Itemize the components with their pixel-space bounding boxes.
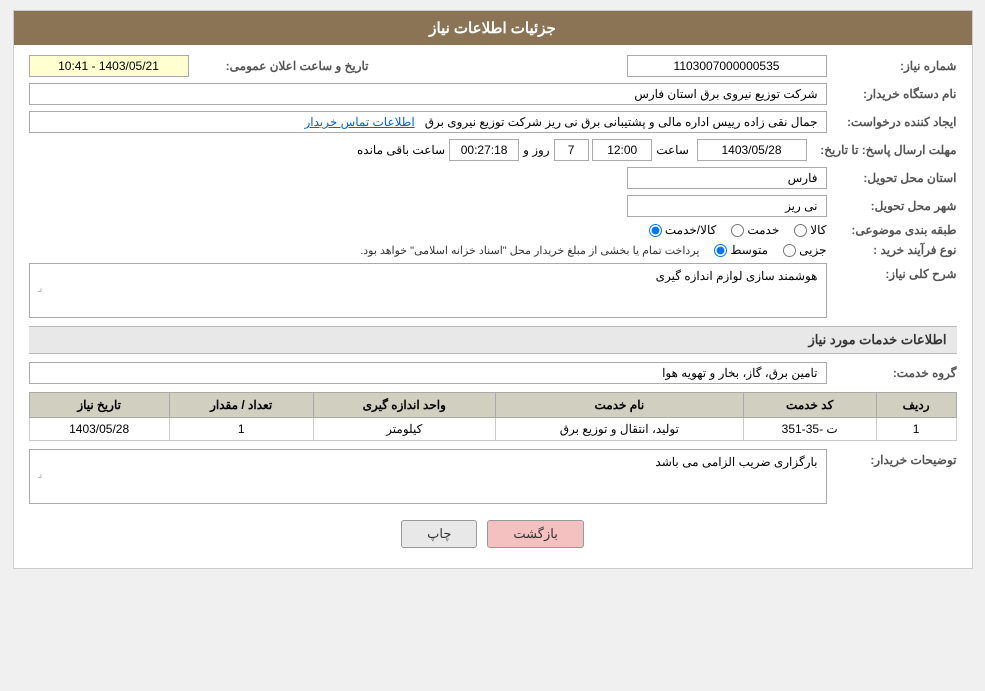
label-mande: ساعت باقی مانده bbox=[353, 143, 449, 157]
label-toseih: توضیحات خریدار: bbox=[827, 449, 957, 467]
row-namdastgah: نام دستگاه خریدار: شرکت توزیع نیروی برق … bbox=[29, 83, 957, 105]
ijad-text: جمال نقی زاده رییس اداره مالی و پشتیبانی… bbox=[425, 115, 818, 129]
services-table: ردیف کد خدمت نام خدمت واحد اندازه گیری ت… bbox=[29, 392, 957, 441]
label-roz: روز و bbox=[519, 143, 554, 157]
row-toseih: توضیحات خریدار: بارگزاری ضریب الزامی می … bbox=[29, 449, 957, 504]
value-ijad: جمال نقی زاده رییس اداره مالی و پشتیبانی… bbox=[29, 111, 827, 133]
value-mande: 00:27:18 bbox=[449, 139, 519, 161]
row-shahr: شهر محل تحویل: نی ریز bbox=[29, 195, 957, 217]
chap-button[interactable]: چاپ bbox=[401, 520, 477, 548]
row-ostan: استان محل تحویل: فارس bbox=[29, 167, 957, 189]
value-gorohe: تامین برق، گاز، بخار و تهویه هوا bbox=[29, 362, 827, 384]
td-tarikh: 1403/05/28 bbox=[29, 418, 169, 441]
row-mohlat: مهلت ارسال پاسخ: تا تاریخ: 1403/05/28 سا… bbox=[29, 139, 957, 161]
label-gorohe: گروه خدمت: bbox=[827, 366, 957, 380]
label-motevaset: متوسط bbox=[730, 243, 768, 257]
radio-input-kalakhedmat[interactable] bbox=[649, 224, 662, 237]
radio-frayand: جزیی متوسط پرداخت تمام یا بخشی از مبلغ خ… bbox=[360, 243, 826, 257]
button-row: بازگشت چاپ bbox=[29, 510, 957, 558]
radio-jozei[interactable]: جزیی bbox=[783, 243, 826, 257]
th-kod: کد خدمت bbox=[743, 393, 876, 418]
value-shahr: نی ریز bbox=[627, 195, 827, 217]
label-tabaghe: طبقه بندی موضوعی: bbox=[827, 223, 957, 237]
main-container: جزئیات اطلاعات نیاز شماره نیاز: 11030070… bbox=[13, 10, 973, 569]
page-header: جزئیات اطلاعات نیاز bbox=[14, 11, 972, 45]
value-saat: 12:00 bbox=[592, 139, 652, 161]
noefrayand-desc: پرداخت تمام یا بخشی از مبلغ خریدار محل "… bbox=[360, 244, 699, 257]
section-khadamat: اطلاعات خدمات مورد نیاز bbox=[29, 326, 957, 354]
value-shomara: 1103007000000535 bbox=[627, 55, 827, 77]
value-roz: 7 bbox=[554, 139, 589, 161]
content-area: شماره نیاز: 1103007000000535 تاریخ و ساع… bbox=[14, 45, 972, 568]
row-sharh: شرح کلی نیاز: هوشمند سازی لوازم اندازه گ… bbox=[29, 263, 957, 318]
radio-input-khedmat[interactable] bbox=[731, 224, 744, 237]
radio-khedmat[interactable]: خدمت bbox=[731, 223, 779, 237]
radio-motevaset[interactable]: متوسط bbox=[714, 243, 768, 257]
radio-input-motevaset[interactable] bbox=[714, 244, 727, 257]
resize-handle-toseih: ⌟ bbox=[38, 469, 818, 480]
td-radif: 1 bbox=[876, 418, 956, 441]
radio-input-kala[interactable] bbox=[794, 224, 807, 237]
label-mohlat: مهلت ارسال پاسخ: تا تاریخ: bbox=[807, 143, 957, 157]
label-kala: کالا bbox=[810, 223, 826, 237]
label-khedmat: خدمت bbox=[747, 223, 779, 237]
row-ijad: ایجاد کننده درخواست: جمال نقی زاده رییس … bbox=[29, 111, 957, 133]
value-namdastgah: شرکت توزیع نیروی برق استان فارس bbox=[29, 83, 827, 105]
td-name: تولید، انتقال و توزیع برق bbox=[495, 418, 743, 441]
row-noefrayand: نوع فرآیند خرید : جزیی متوسط پرداخت تمام… bbox=[29, 243, 957, 257]
label-ijad: ایجاد کننده درخواست: bbox=[827, 115, 957, 129]
label-noefrayand: نوع فرآیند خرید : bbox=[827, 243, 957, 257]
resize-handle-sharh: ⌟ bbox=[38, 283, 818, 294]
radio-tabaghe: کالا خدمت کالا/خدمت bbox=[649, 223, 827, 237]
value-tarikh-elam: 1403/05/21 - 10:41 bbox=[29, 55, 189, 77]
sharh-box: هوشمند سازی لوازم اندازه گیری ⌟ bbox=[29, 263, 827, 318]
toseih-value: بارگزاری ضریب الزامی می باشد bbox=[655, 455, 817, 469]
row-tabaghe: طبقه بندی موضوعی: کالا خدمت کالا/خدمت bbox=[29, 223, 957, 237]
th-vahed: واحد اندازه گیری bbox=[313, 393, 495, 418]
bazgasht-button[interactable]: بازگشت bbox=[487, 520, 583, 548]
label-jozei: جزیی bbox=[799, 243, 826, 257]
th-radif: ردیف bbox=[876, 393, 956, 418]
sharh-value: هوشمند سازی لوازم اندازه گیری bbox=[656, 269, 818, 283]
value-tarikh: 1403/05/28 bbox=[697, 139, 807, 161]
toseih-box: بارگزاری ضریب الزامی می باشد ⌟ bbox=[29, 449, 827, 504]
row-gorohe: گروه خدمت: تامین برق، گاز، بخار و تهویه … bbox=[29, 362, 957, 384]
section-khadamat-title: اطلاعات خدمات مورد نیاز bbox=[808, 332, 946, 347]
label-ostan: استان محل تحویل: bbox=[827, 171, 957, 185]
td-kod: ت -35-351 bbox=[743, 418, 876, 441]
table-row: 1ت -35-351تولید، انتقال و توزیع برقکیلوم… bbox=[29, 418, 956, 441]
label-shomara: شماره نیاز: bbox=[827, 59, 957, 73]
th-name: نام خدمت bbox=[495, 393, 743, 418]
label-shahr: شهر محل تحویل: bbox=[827, 199, 957, 213]
ijad-link[interactable]: اطلاعات تماس خریدار bbox=[304, 115, 414, 129]
label-tarikh-elam: تاریخ و ساعت اعلان عمومی: bbox=[189, 59, 369, 73]
radio-input-jozei[interactable] bbox=[783, 244, 796, 257]
label-sharh: شرح کلی نیاز: bbox=[827, 263, 957, 281]
label-kalakhedmat: کالا/خدمت bbox=[665, 223, 716, 237]
value-ostan: فارس bbox=[627, 167, 827, 189]
services-table-container: ردیف کد خدمت نام خدمت واحد اندازه گیری ت… bbox=[29, 392, 957, 441]
page-title: جزئیات اطلاعات نیاز bbox=[429, 20, 556, 37]
label-saat: ساعت bbox=[652, 143, 693, 157]
row-shomara: شماره نیاز: 1103007000000535 تاریخ و ساع… bbox=[29, 55, 957, 77]
radio-kalakhedmat[interactable]: کالا/خدمت bbox=[649, 223, 716, 237]
label-namdastgah: نام دستگاه خریدار: bbox=[827, 87, 957, 101]
radio-kala[interactable]: کالا bbox=[794, 223, 826, 237]
th-tarikh: تاریخ نیاز bbox=[29, 393, 169, 418]
td-tedad: 1 bbox=[169, 418, 313, 441]
th-tedad: تعداد / مقدار bbox=[169, 393, 313, 418]
table-header-row: ردیف کد خدمت نام خدمت واحد اندازه گیری ت… bbox=[29, 393, 956, 418]
td-vahed: کیلومتر bbox=[313, 418, 495, 441]
